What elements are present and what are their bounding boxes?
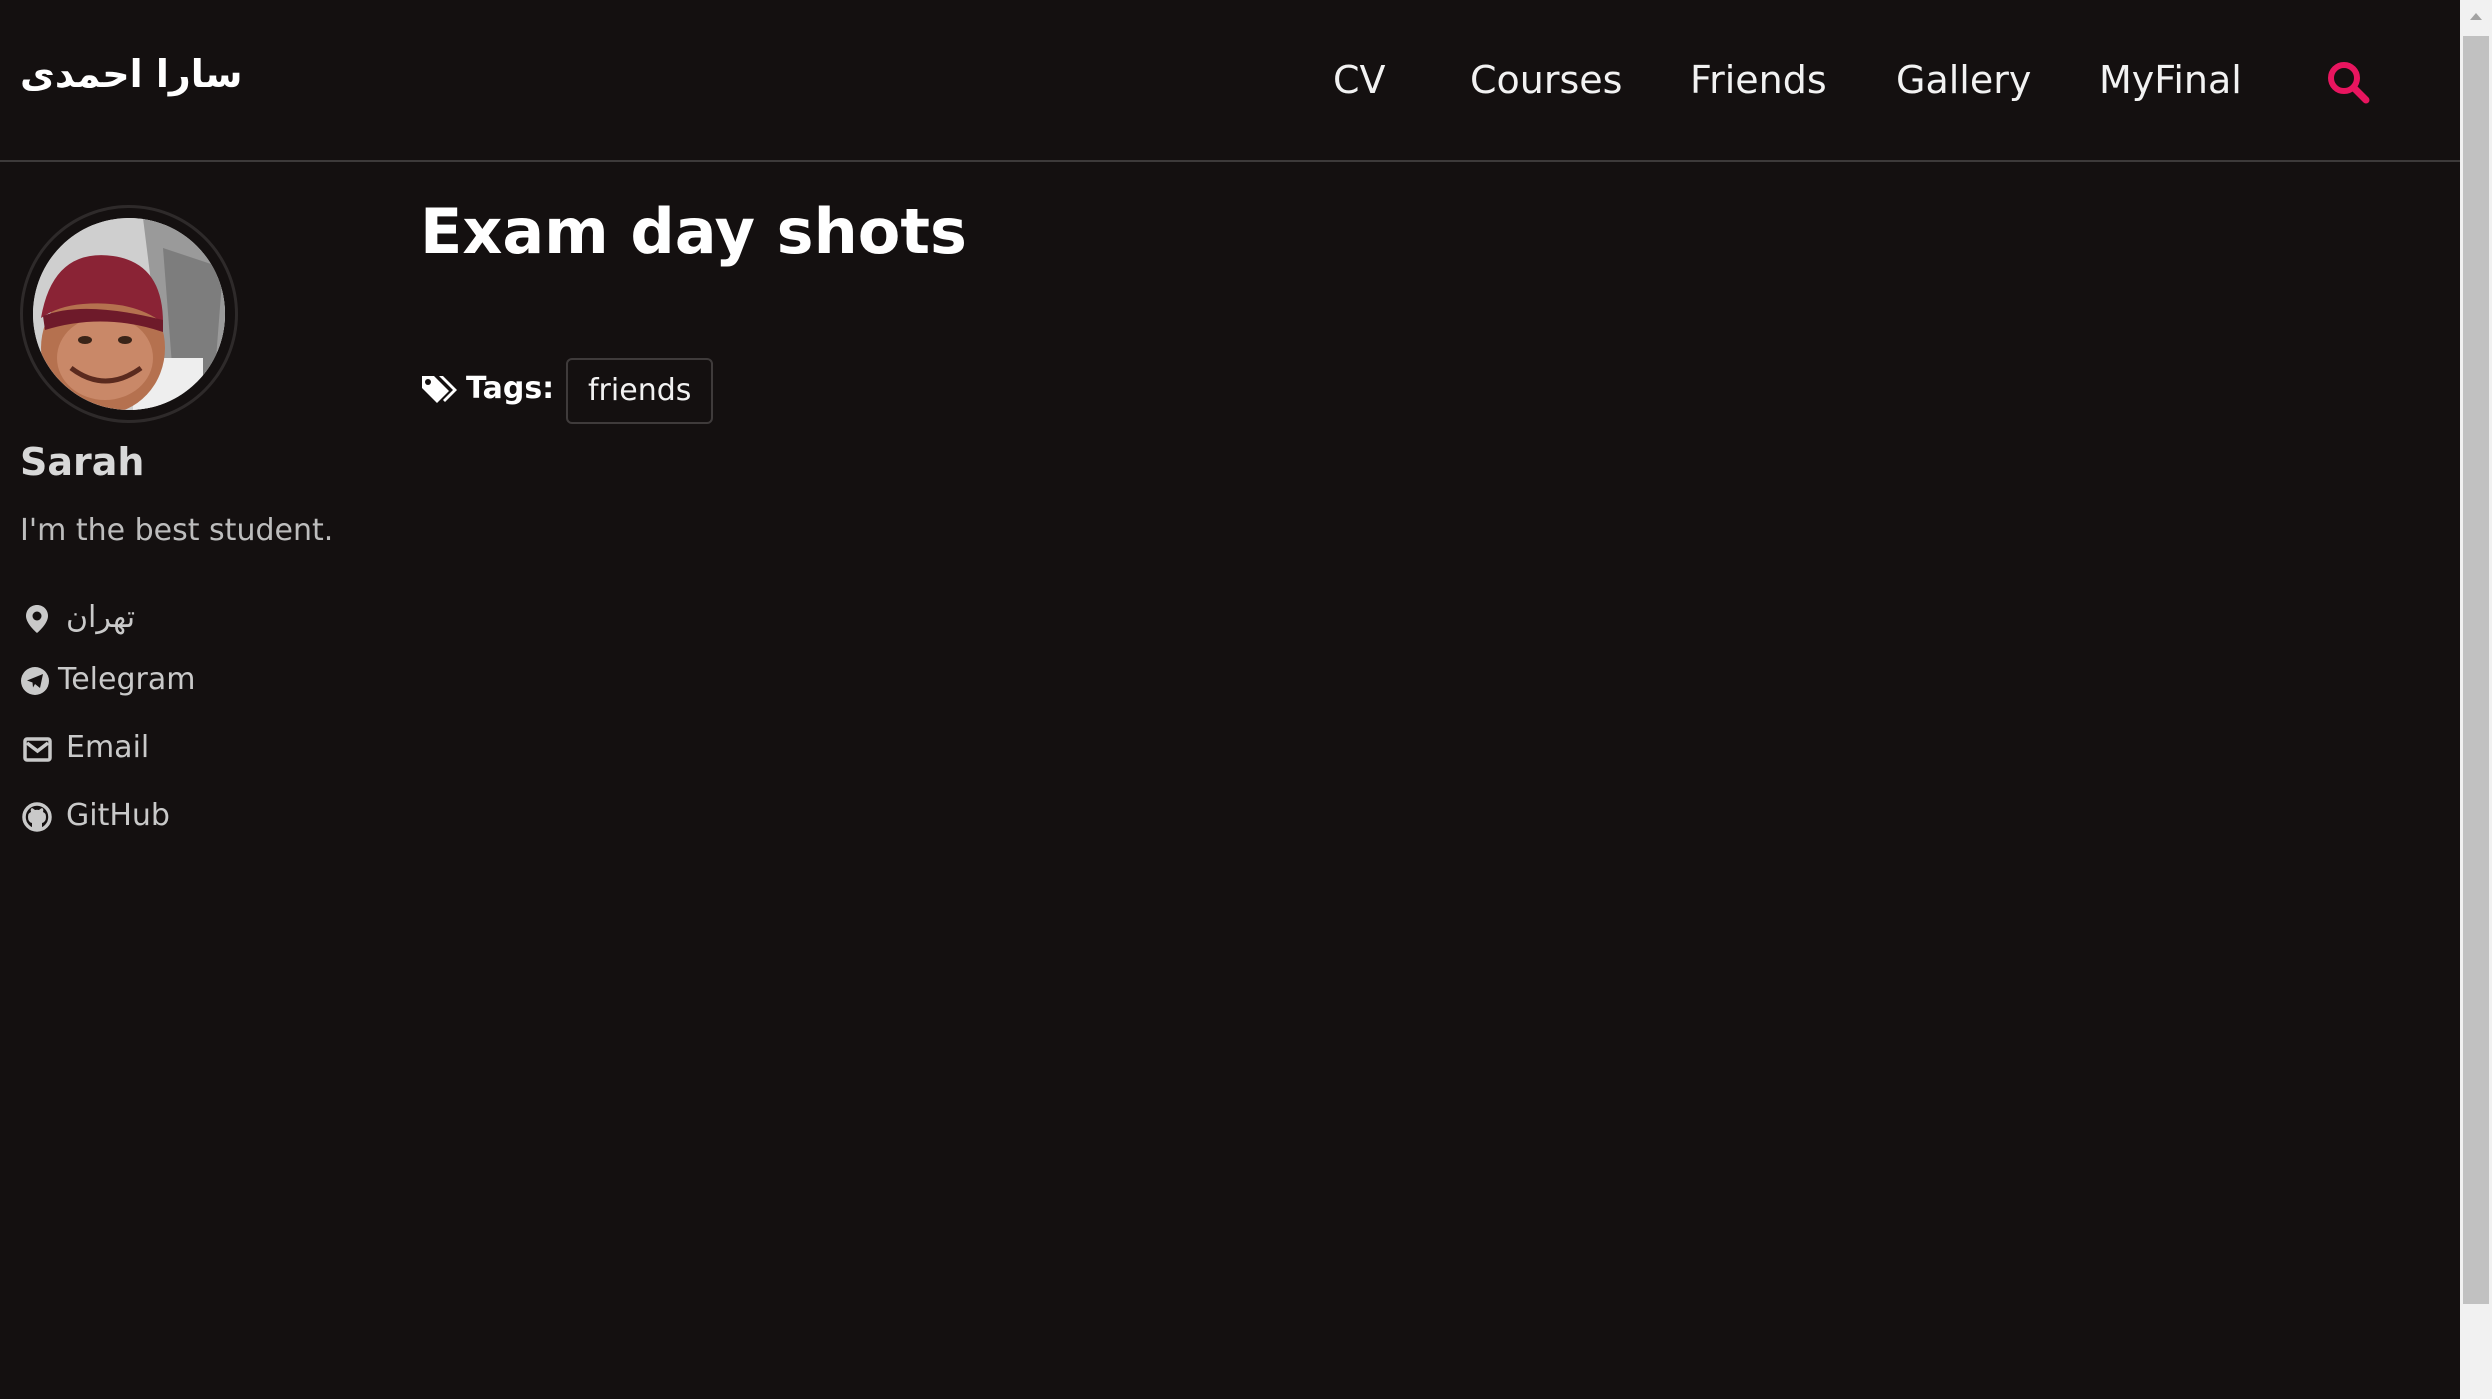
author-bio: I'm the best student. xyxy=(20,513,334,548)
nav-item-myfinal[interactable]: MyFinal xyxy=(2099,58,2242,102)
envelope-icon xyxy=(23,737,52,762)
scrollbar-thumb[interactable] xyxy=(2463,36,2489,1304)
nav-item-friends[interactable]: Friends xyxy=(1690,58,1827,102)
page-title: Exam day shots xyxy=(420,195,967,268)
nav-item-courses[interactable]: Courses xyxy=(1470,58,1622,102)
author-name: Sarah xyxy=(20,440,145,484)
nav-item-cv[interactable]: CV xyxy=(1333,58,1386,102)
github-icon xyxy=(22,802,52,832)
search-button[interactable] xyxy=(2326,60,2370,104)
avatar xyxy=(20,205,238,423)
location-label: تهران xyxy=(66,600,136,635)
tag-link-friends[interactable]: friends xyxy=(566,358,714,424)
page: سارا احمدی CV Courses Friends Gallery My… xyxy=(0,0,2492,1399)
site-title-link[interactable]: سارا احمدی xyxy=(20,52,242,96)
avatar-photo xyxy=(33,218,225,410)
tags-label: Tags: xyxy=(466,371,555,406)
nav-item-gallery[interactable]: Gallery xyxy=(1896,58,2031,102)
search-icon xyxy=(2328,62,2370,104)
github-label: GitHub xyxy=(66,798,170,833)
vertical-scrollbar[interactable] xyxy=(2460,0,2492,1399)
telegram-label: Telegram xyxy=(58,662,196,697)
masthead: سارا احمدی CV Courses Friends Gallery My… xyxy=(0,0,2460,162)
telegram-icon xyxy=(21,667,49,695)
email-label: Email xyxy=(66,730,150,765)
tags-icon xyxy=(422,376,457,403)
scroll-up-arrow-icon[interactable] xyxy=(2460,0,2492,32)
map-marker-icon xyxy=(26,605,48,633)
